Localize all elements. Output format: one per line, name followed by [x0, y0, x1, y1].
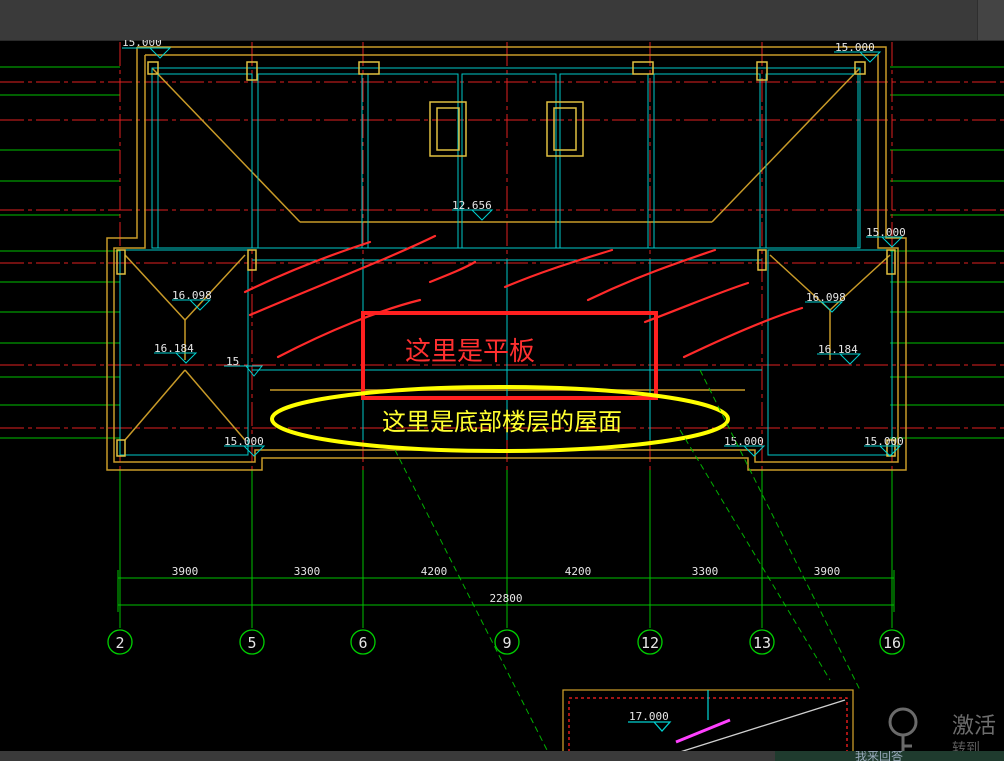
dim-span-4: 4200 — [565, 565, 592, 578]
elev-right-upper: 15.000 — [866, 226, 906, 239]
lower-section-view — [562, 689, 854, 753]
axis-label-6: 6 — [358, 634, 367, 652]
key-icon — [888, 707, 918, 756]
elev-right-b: 16.184 — [818, 343, 858, 356]
watermark-activate-text: 激活 — [952, 714, 997, 739]
title-bar-edge — [977, 0, 1004, 40]
cad-title-bar — [0, 0, 1004, 41]
elev-bottom-right: 15.000 — [864, 435, 904, 448]
dim-span-3: 4200 — [421, 565, 448, 578]
axis-label-5: 5 — [247, 634, 256, 652]
flat-slab-label: 这里是平板 — [405, 337, 535, 367]
answer-label: 我来回答 — [855, 751, 904, 761]
elevation-markers — [122, 47, 904, 457]
elev-center: 12.656 — [452, 199, 492, 212]
dim-span-6: 3900 — [814, 565, 841, 578]
elev-bottom-left: 15.000 — [224, 435, 264, 448]
answer-button[interactable]: 我来回答 — [775, 751, 1004, 761]
axis-label-2: 2 — [115, 634, 124, 652]
elev-right-a: 16.098 — [806, 291, 846, 304]
dim-span-2: 3300 — [294, 565, 321, 578]
axis-label-16: 16 — [883, 634, 901, 652]
elev-lower-view: 17.000 — [629, 710, 669, 723]
elev-top-right: 15.000 — [835, 41, 875, 54]
dim-total: 22800 — [489, 592, 522, 605]
elev-left-a: 16.098 — [172, 289, 212, 302]
axis-label-9: 9 — [502, 634, 511, 652]
elev-left-b: 16.184 — [154, 342, 194, 355]
elev-top-left: 15.000 — [122, 40, 162, 49]
elev-bottom-mid-right: 15.000 — [724, 435, 764, 448]
dim-span-5: 3300 — [692, 565, 719, 578]
dimension-lines — [117, 570, 895, 612]
dim-span-1: 3900 — [172, 565, 199, 578]
cad-drawing-canvas[interactable]: 15.000 15.000 15.000 12.656 16.098 16.18… — [0, 40, 1004, 761]
axis-label-12: 12 — [641, 634, 659, 652]
horizontal-grid-lines — [0, 66, 1004, 439]
lower-roof-label: 这里是底部楼层的屋面 — [382, 408, 622, 436]
elev-left-c: 15 — [226, 355, 239, 368]
bottom-status-bar — [0, 751, 775, 761]
axis-label-13: 13 — [753, 634, 771, 652]
